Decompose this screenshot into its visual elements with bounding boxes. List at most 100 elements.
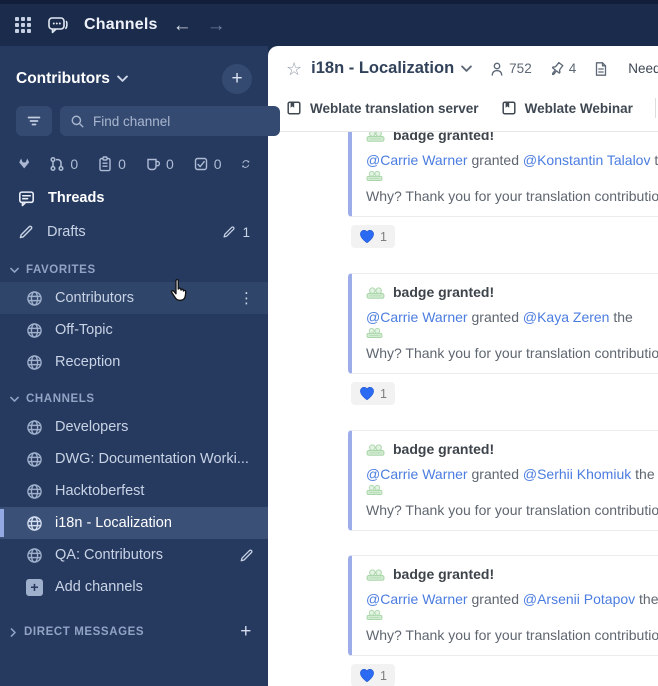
pinned-link[interactable]: Weblate Webinar	[501, 100, 633, 116]
nav-back-button[interactable]: ←	[173, 16, 192, 35]
channel-label: Contributors	[55, 290, 134, 306]
sidebar-item-developers[interactable]: Developers	[0, 411, 268, 443]
globe-icon	[26, 451, 43, 468]
reaction-count: 1	[380, 386, 387, 401]
workspace-switcher[interactable]: Contributors	[16, 70, 128, 88]
gitlab-logo-icon[interactable]	[18, 154, 30, 173]
globe-icon	[26, 547, 43, 564]
channel-label: Off-Topic	[55, 322, 113, 338]
pinned-link[interactable]: Weblate translation server	[286, 100, 479, 116]
badge-title: badge granted!	[393, 566, 495, 582]
gitlab-integration-bar: 0 0 0 0	[0, 144, 268, 181]
sidebar-item-drafts[interactable]: Drafts 1	[0, 215, 268, 249]
workspace-name: Contributors	[16, 70, 110, 87]
channel-label: Hacktoberfest	[55, 483, 145, 499]
channel-menu-kebab-icon[interactable]: ⋮	[239, 289, 254, 307]
member-count[interactable]: 752	[489, 61, 532, 77]
section-favorites[interactable]: FAVORITES	[0, 249, 268, 282]
document-icon	[593, 61, 609, 77]
channel-description: Need assis	[628, 61, 658, 76]
todos-stat[interactable]: 0	[193, 156, 222, 172]
edit-channel-pencil-icon[interactable]	[239, 548, 254, 563]
mention-link[interactable]: @Arsenii Potapov	[523, 591, 635, 607]
mention-link[interactable]: @Carrie Warner	[366, 591, 468, 607]
section-channels[interactable]: CHANNELS	[0, 378, 268, 411]
create-channel-button[interactable]: +	[222, 64, 252, 94]
filter-button[interactable]	[16, 106, 52, 136]
drafts-label: Drafts	[47, 224, 86, 240]
issues-stat[interactable]: 0	[97, 156, 126, 172]
badge-emoji-icon	[366, 284, 385, 300]
refresh-icon[interactable]	[241, 156, 250, 172]
blue-heart-icon	[359, 668, 375, 683]
drafts-count-badge: 1	[222, 225, 250, 240]
reaction-count: 1	[380, 229, 387, 244]
add-dm-button[interactable]: +	[240, 621, 252, 643]
heart-reaction-button[interactable]: 1	[351, 664, 395, 686]
badge-emoji-icon	[366, 482, 383, 496]
sidebar-item-qa-contributors[interactable]: QA: Contributors	[0, 539, 268, 571]
sidebar-item-add-channels[interactable]: + Add channels	[0, 571, 268, 603]
section-direct-messages[interactable]: DIRECT MESSAGES +	[0, 603, 268, 649]
stat-count: 0	[213, 155, 222, 172]
merge-requests-stat[interactable]: 0	[49, 156, 78, 172]
person-icon	[489, 61, 505, 77]
sidebar-item-hacktoberfest[interactable]: Hacktoberfest	[0, 475, 268, 507]
channel-label: QA: Contributors	[55, 547, 163, 563]
channel-description-icon[interactable]	[593, 61, 609, 77]
badge-emoji-icon	[366, 325, 383, 339]
message-blockquote: badge granted! @Carrie Warner granted @K…	[348, 273, 658, 374]
search-icon	[70, 114, 85, 129]
nav-forward-button[interactable]: →	[207, 16, 226, 35]
pinned-message-icon	[501, 100, 517, 116]
search-input[interactable]	[93, 113, 270, 129]
mention-link[interactable]: @Kaya Zeren	[523, 309, 610, 325]
channels-chat-icon	[47, 15, 69, 35]
globe-icon	[26, 515, 43, 532]
add-channel-plus-icon: +	[26, 578, 43, 596]
mention-link[interactable]: @Serhii Khomiuk	[523, 466, 631, 482]
pinned-message-icon	[286, 100, 302, 116]
sidebar-item-contributors[interactable]: Contributors ⋮	[0, 282, 268, 314]
heart-reaction-button[interactable]: 1	[351, 225, 395, 248]
badge-emoji-icon	[366, 566, 385, 582]
badge-emoji-icon	[366, 132, 385, 143]
sidebar-item-threads[interactable]: Threads	[0, 181, 268, 215]
badge-emoji-icon	[366, 441, 385, 457]
apps-grid-icon[interactable]	[15, 16, 32, 34]
message-why-text: Why? Thank you for your translation cont…	[366, 345, 658, 361]
channel-label: i18n - Localization	[55, 515, 172, 531]
sidebar: Contributors + 0	[0, 46, 280, 686]
sidebar-item-i18n-localization[interactable]: i18n - Localization	[0, 507, 268, 539]
message-why-text: Why? Thank you for your translation cont…	[366, 502, 658, 518]
clipboard-icon	[97, 156, 113, 172]
app-window: Channels ← → Contributors + Find channel…	[0, 0, 658, 686]
sidebar-item-dwg-documentation[interactable]: DWG: Documentation Worki...	[0, 443, 268, 475]
filter-icon	[26, 113, 42, 129]
channel-header: ☆ i18n - Localization 752 4 Need assis	[268, 46, 658, 87]
globe-icon	[26, 419, 43, 436]
reaction-count: 1	[380, 668, 387, 683]
heart-reaction-button[interactable]: 1	[351, 382, 395, 405]
pinned-count[interactable]: 4	[549, 61, 576, 77]
sidebar-item-off-topic[interactable]: Off-Topic	[0, 314, 268, 346]
divider	[654, 98, 656, 118]
star-icon[interactable]: ☆	[286, 60, 302, 78]
reviews-stat[interactable]: 0	[145, 156, 174, 172]
mention-link[interactable]: @Carrie Warner	[366, 309, 468, 325]
channel-title[interactable]: i18n - Localization	[311, 59, 472, 78]
message-blockquote: badge granted! @Carrie Warner granted @K…	[348, 132, 658, 217]
mention-link[interactable]: @Carrie Warner	[366, 466, 468, 482]
message-feed[interactable]: badge granted! @Carrie Warner granted @K…	[268, 132, 658, 686]
pencil-icon	[18, 224, 34, 240]
channel-label: Add channels	[55, 579, 143, 595]
sidebar-item-reception[interactable]: Reception	[0, 346, 268, 378]
channel-search[interactable]	[60, 106, 280, 136]
chevron-right-icon	[10, 628, 17, 637]
globe-icon	[26, 354, 43, 371]
chevron-down-icon	[461, 65, 472, 73]
mention-link[interactable]: @Konstantin Talalov	[523, 152, 651, 168]
message-why-text: Why? Thank you for your translation cont…	[366, 188, 658, 204]
channel-label: Developers	[55, 419, 129, 435]
mention-link[interactable]: @Carrie Warner	[366, 152, 468, 168]
